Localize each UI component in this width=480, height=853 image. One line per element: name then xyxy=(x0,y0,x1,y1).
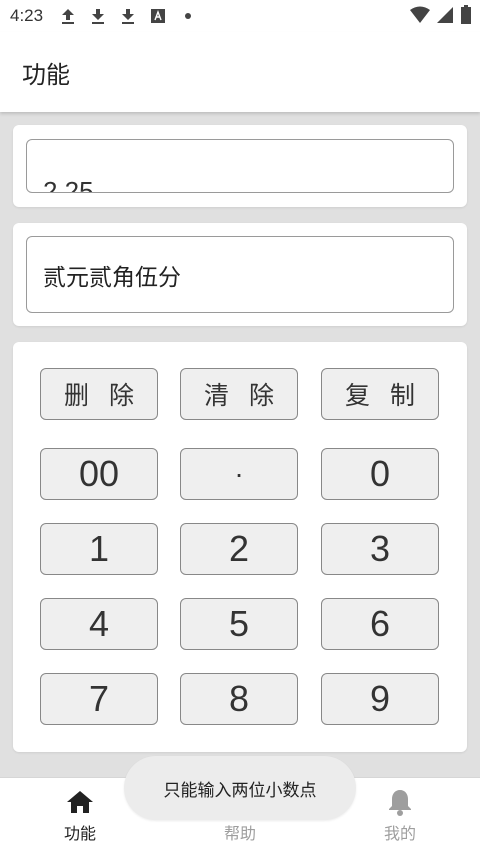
key-label: 7 xyxy=(88,678,110,719)
nav-item-function-label: 功能 xyxy=(63,824,96,843)
key-00[interactable]: 00 xyxy=(40,448,158,500)
dot-icon xyxy=(177,5,199,27)
copy-button-label: 复制 xyxy=(344,381,435,410)
wifi-icon xyxy=(410,6,430,29)
status-time: 4:23 xyxy=(10,6,44,25)
key-label: · xyxy=(234,458,244,489)
key-label: 1 xyxy=(88,528,110,569)
amount-input[interactable]: 2.25 xyxy=(26,139,454,193)
key-5[interactable]: 5 xyxy=(180,598,298,650)
nav-item-mine-label: 我的 xyxy=(383,824,416,843)
key-label: 2 xyxy=(228,528,250,569)
bell-icon xyxy=(388,788,412,816)
keypad-card: 删除 清除 复制 00 · 0 1 2 3 4 5 6 7 8 9 xyxy=(13,342,467,752)
key-label: 5 xyxy=(228,603,250,644)
key-label: 3 xyxy=(369,528,391,569)
chinese-amount-text: 贰元贰角伍分 xyxy=(43,264,181,291)
key-6[interactable]: 6 xyxy=(321,598,439,650)
amount-input-value: 2.25 xyxy=(43,176,94,193)
toast-text: 只能输入两位小数点 xyxy=(163,780,317,801)
key-label: 0 xyxy=(369,453,391,494)
key-label: 6 xyxy=(369,603,391,644)
key-decimal-point[interactable]: · xyxy=(180,448,298,500)
key-0[interactable]: 0 xyxy=(321,448,439,500)
battery-icon xyxy=(460,5,472,30)
clear-button-label: 清除 xyxy=(203,381,294,410)
signal-icon xyxy=(436,6,454,29)
toast-message: 只能输入两位小数点 xyxy=(124,756,356,820)
copy-button[interactable]: 复制 xyxy=(321,368,439,420)
page-title: 功能 xyxy=(22,60,70,89)
input-card: 2.25 xyxy=(13,125,467,207)
download-icon xyxy=(117,5,139,27)
status-bar: 4:23 xyxy=(0,0,480,32)
chinese-amount-output: 贰元贰角伍分 xyxy=(26,236,454,313)
delete-button-label: 删除 xyxy=(63,381,154,410)
key-label: 9 xyxy=(369,678,391,719)
key-4[interactable]: 4 xyxy=(40,598,158,650)
upload-icon xyxy=(57,5,79,27)
key-2[interactable]: 2 xyxy=(180,523,298,575)
key-8[interactable]: 8 xyxy=(180,673,298,725)
key-label: 4 xyxy=(88,603,110,644)
key-9[interactable]: 9 xyxy=(321,673,439,725)
download-icon xyxy=(87,5,109,27)
home-icon xyxy=(66,788,94,816)
nav-item-help-label: 帮助 xyxy=(223,824,256,843)
key-label: 00 xyxy=(78,453,120,494)
a-box-icon xyxy=(147,5,169,27)
clear-button[interactable]: 清除 xyxy=(180,368,298,420)
app-bar: 功能 xyxy=(0,32,480,112)
key-7[interactable]: 7 xyxy=(40,673,158,725)
key-3[interactable]: 3 xyxy=(321,523,439,575)
key-1[interactable]: 1 xyxy=(40,523,158,575)
key-label: 8 xyxy=(228,678,250,719)
output-card: 贰元贰角伍分 xyxy=(13,223,467,326)
delete-button[interactable]: 删除 xyxy=(40,368,158,420)
